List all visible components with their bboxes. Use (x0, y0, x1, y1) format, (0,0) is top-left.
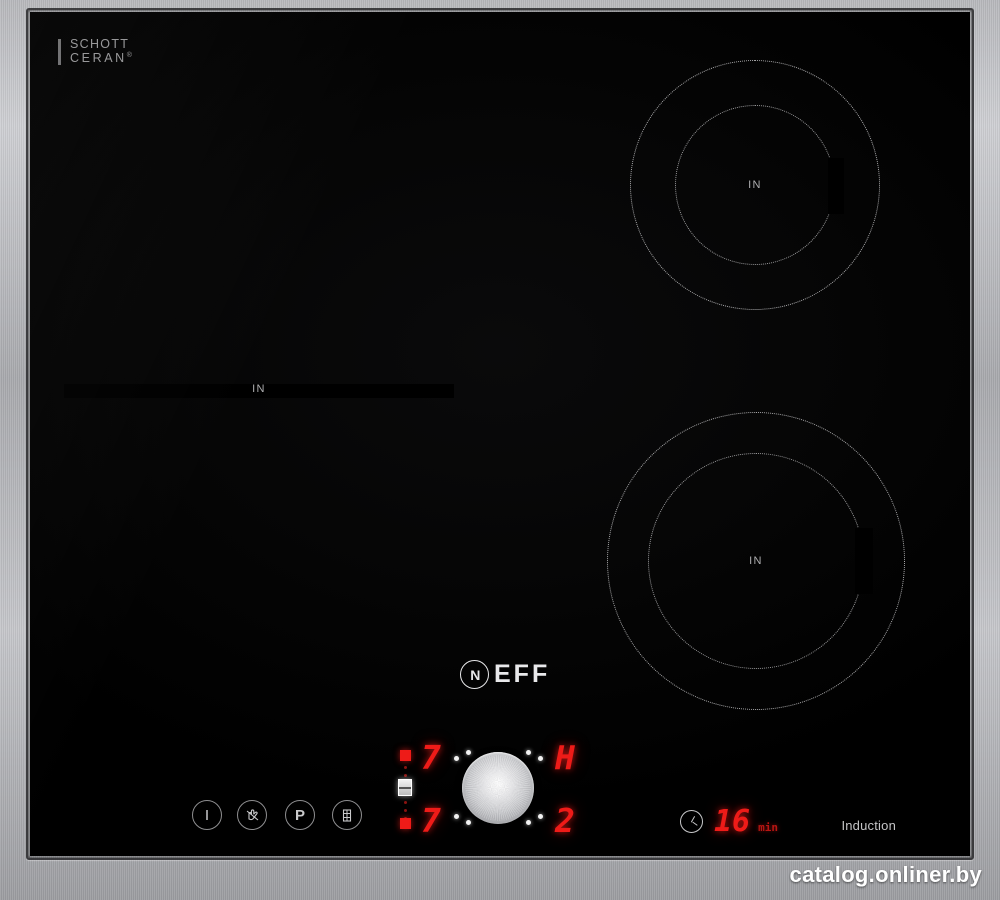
power-icon (206, 810, 208, 820)
clock-icon (680, 810, 703, 833)
child-lock-button[interactable] (237, 800, 267, 830)
neff-wordmark: EFF (494, 660, 551, 688)
neff-brand-logo: N EFF (460, 660, 550, 689)
twistpad-dot-bl-inner (466, 820, 471, 825)
schott-logo-bar (58, 38, 61, 65)
cooking-zone-front-right[interactable]: IN (607, 412, 905, 710)
flex-induction-zone[interactable]: IN (64, 48, 454, 738)
twistpad-dot-tl-inner (466, 750, 471, 755)
twistpad-dot-tr-outer (538, 756, 543, 761)
power-slider-knob[interactable] (398, 779, 412, 796)
twistpad-dot-bl-outer (454, 814, 459, 819)
twistpad-dot-br-inner (526, 820, 531, 825)
zone-level-left-bottom: 7 (421, 801, 441, 840)
front-right-zone-label: IN (749, 555, 763, 567)
power-boost-button[interactable]: P (285, 800, 315, 830)
induction-hob: SCHOTT CERAN® IN IN IN N EFF (0, 0, 1000, 900)
timer-display[interactable]: 16 min (680, 804, 778, 839)
timer-value: 16 (714, 804, 751, 839)
twistpad-dot-br-outer (538, 814, 543, 819)
induction-type-label: Induction (841, 818, 896, 833)
zone-indicator-left-bottom (400, 818, 411, 829)
flex-zone-label: IN (252, 383, 266, 395)
zone-level-left-top: 7 (421, 738, 441, 777)
ceramic-glass-surface: SCHOTT CERAN® IN IN IN N EFF (30, 12, 970, 856)
neff-circle-mark: N (460, 660, 489, 689)
rear-right-zone-label: IN (748, 179, 762, 191)
power-button[interactable] (192, 800, 222, 830)
zone-indicator-left-top (400, 750, 411, 761)
site-watermark: catalog.onliner.by (789, 862, 982, 887)
twistpad-dot-tr-inner (526, 750, 531, 755)
twistpad-dot-tl-outer (454, 756, 459, 761)
timer-unit: min (758, 821, 778, 834)
twistpad-knob[interactable] (462, 752, 534, 824)
hand-lock-icon (246, 808, 258, 820)
cooking-zone-rear-right[interactable]: IN (630, 60, 880, 310)
p-boost-icon: P (294, 806, 305, 824)
pot-icon (342, 808, 352, 822)
zone-level-right-top: H (555, 738, 575, 777)
zone-level-right-bottom: 2 (555, 801, 575, 840)
pan-detection-button[interactable] (332, 800, 362, 830)
